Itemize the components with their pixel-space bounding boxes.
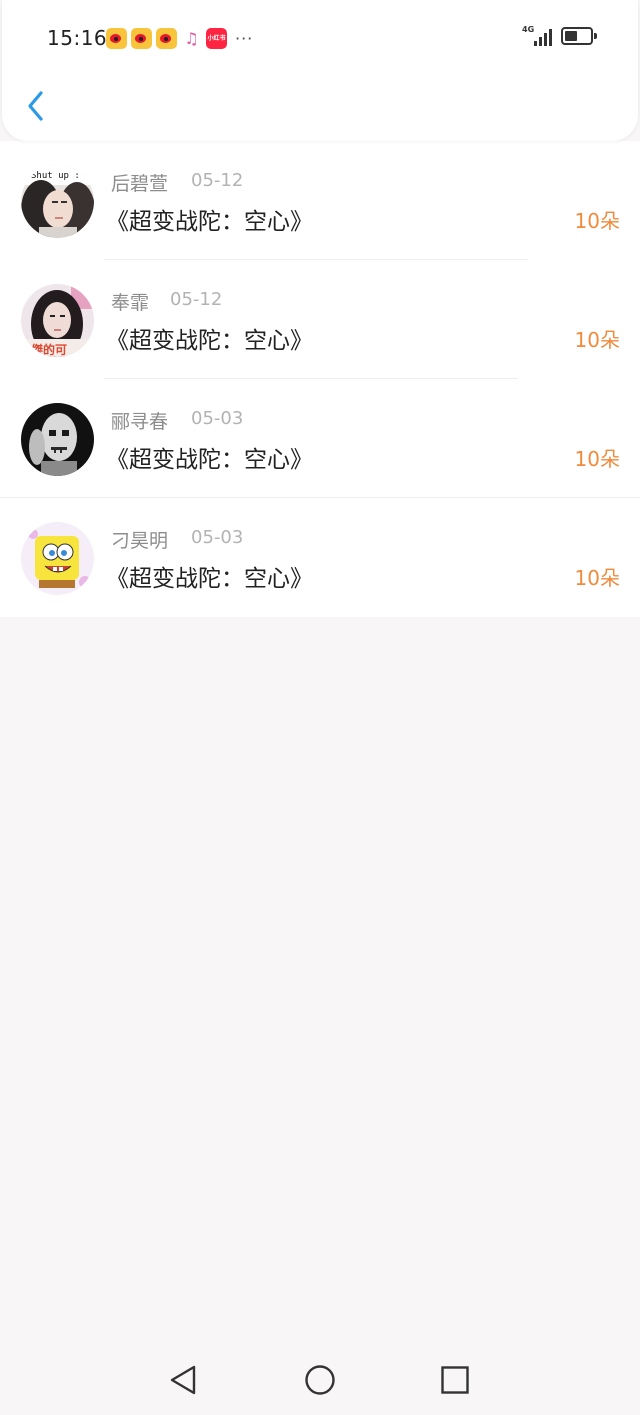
- book-title: 《超变战陀：空心》: [106, 328, 313, 354]
- circle-home-icon: [305, 1365, 335, 1395]
- list-item[interactable]: Shut up : 后碧萱 05-12 《超变战陀：空心》 10朵: [0, 141, 640, 260]
- send-date: 05-03: [191, 527, 244, 548]
- nav-home-button[interactable]: [302, 1362, 338, 1398]
- system-navigation-bar: [0, 1344, 640, 1415]
- nav-back-button[interactable]: [165, 1362, 201, 1398]
- sender-name: 后碧萱: [111, 173, 169, 195]
- battery-icon: [561, 27, 597, 45]
- book-title: 《超变战陀：空心》: [106, 209, 313, 235]
- gift-record-list: Shut up : 后碧萱 05-12 《超变战陀：空心》 10朵 傑的可 奉霏…: [0, 141, 640, 617]
- app-header: 15:16 ♫ 小红书 ··· 4G: [2, 0, 638, 141]
- send-date: 05-03: [191, 408, 244, 429]
- square-recents-icon: [441, 1366, 469, 1394]
- avatar-caption: 傑的可: [30, 342, 67, 357]
- signal-icon: 4G: [522, 25, 552, 46]
- send-date: 05-12: [191, 170, 244, 191]
- status-time: 15:16: [47, 26, 108, 50]
- sender-name: 郦寻春: [111, 411, 169, 433]
- music-note-icon: ♫: [184, 29, 199, 48]
- avatar: 傑的可: [21, 284, 94, 357]
- xiaohongshu-icon: 小红书: [206, 28, 227, 49]
- triangle-back-icon: [170, 1365, 196, 1395]
- weibo-icon: [131, 28, 152, 49]
- list-item[interactable]: 刁昊明 05-03 《超变战陀：空心》 10朵: [0, 498, 640, 617]
- sender-name: 刁昊明: [111, 530, 169, 552]
- flower-count: 10朵: [574, 328, 620, 352]
- network-type: 4G: [522, 25, 535, 34]
- status-bar: 15:16 ♫ 小红书 ··· 4G: [2, 0, 638, 76]
- weibo-icon: [106, 28, 127, 49]
- book-title: 《超变战陀：空心》: [106, 447, 313, 473]
- send-date: 05-12: [170, 289, 223, 310]
- back-button[interactable]: [22, 86, 52, 126]
- avatar: Shut up :: [21, 165, 94, 238]
- nav-recents-button[interactable]: [437, 1362, 473, 1398]
- list-item[interactable]: 傑的可 奉霏 05-12 《超变战陀：空心》 10朵: [0, 260, 640, 379]
- avatar: [21, 522, 94, 595]
- avatar: [21, 403, 94, 476]
- chevron-left-icon: [28, 91, 43, 121]
- list-item[interactable]: 郦寻春 05-03 《超变战陀：空心》 10朵: [0, 379, 640, 498]
- weibo-icon: [156, 28, 177, 49]
- book-title: 《超变战陀：空心》: [106, 566, 313, 592]
- sender-name: 奉霏: [111, 292, 150, 314]
- flower-count: 10朵: [574, 447, 620, 471]
- more-notifications-icon: ···: [235, 29, 254, 48]
- system-indicators: 4G: [522, 25, 597, 46]
- avatar-caption: Shut up :: [31, 171, 80, 181]
- flower-count: 10朵: [574, 209, 620, 233]
- notification-icons: ♫ 小红书 ···: [106, 28, 253, 49]
- flower-count: 10朵: [574, 566, 620, 590]
